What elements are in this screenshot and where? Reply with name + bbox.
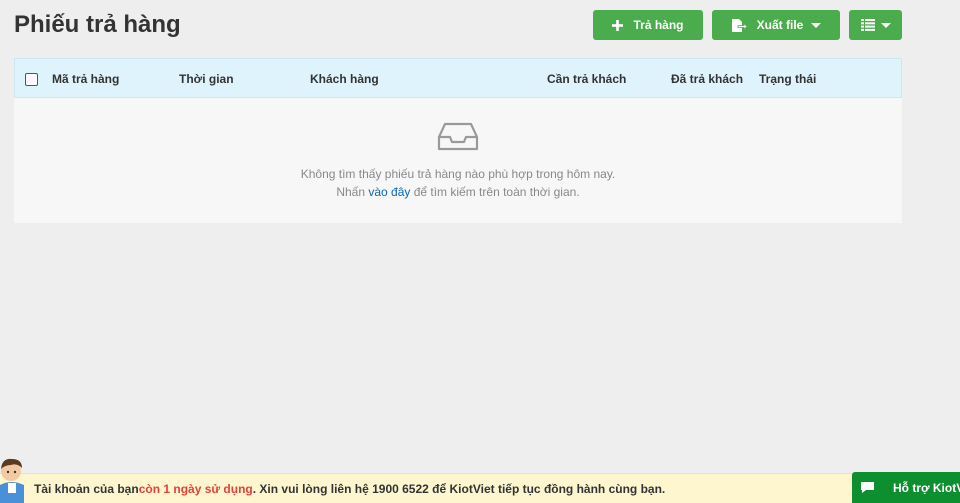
empty-hint: Nhấn vào đây để tìm kiếm trên toàn thời … (14, 185, 902, 199)
export-file-button[interactable]: Xuất file (712, 10, 840, 40)
page-title: Phiếu trả hàng (14, 11, 181, 38)
column-customer[interactable]: Khách hàng (310, 72, 379, 86)
table-header: Mã trả hàng Thời gian Khách hàng Cần trả… (14, 58, 902, 98)
notice-suffix: . Xin vui lòng liên hệ 1900 6522 để Kiot… (252, 481, 666, 496)
column-time[interactable]: Thời gian (179, 72, 234, 86)
plus-icon (612, 19, 624, 31)
notice-prefix: Tài khoản của bạn (34, 481, 139, 496)
support-label: Hỗ trợ KiotViet (893, 480, 960, 495)
support-chat-button[interactable]: Hỗ trợ KiotViet (852, 472, 960, 503)
column-amount-due[interactable]: Cần trả khách (547, 72, 626, 86)
return-goods-label: Trả hàng (633, 18, 684, 32)
search-all-time-link[interactable]: vào đây (368, 185, 410, 199)
mascot-avatar-icon (0, 455, 26, 503)
return-goods-button[interactable]: Trả hàng (593, 10, 703, 40)
list-columns-icon (860, 19, 875, 31)
inbox-icon (437, 122, 479, 157)
column-settings-button[interactable] (849, 10, 902, 40)
export-file-label: Xuất file (756, 18, 804, 32)
chevron-down-icon (880, 22, 891, 28)
column-return-code[interactable]: Mã trả hàng (52, 72, 119, 86)
returns-table: Mã trả hàng Thời gian Khách hàng Cần trả… (14, 58, 902, 223)
notice-highlight: còn 1 ngày sử dụng (138, 481, 253, 496)
column-status[interactable]: Trạng thái (759, 72, 816, 86)
account-expiry-notice: Tài khoản của bạn còn 1 ngày sử dụng. Xi… (0, 473, 855, 503)
file-export-icon (731, 18, 747, 33)
empty-message: Không tìm thấy phiếu trả hàng nào phù hợ… (300, 167, 616, 181)
empty-hint-suffix: để tìm kiếm trên toàn thời gian. (410, 185, 580, 199)
chat-bubble-icon (860, 481, 875, 494)
chevron-down-icon (811, 22, 822, 28)
empty-hint-prefix: Nhấn (336, 185, 369, 199)
column-amount-paid[interactable]: Đã trả khách (671, 72, 743, 86)
select-all-checkbox[interactable] (25, 73, 38, 86)
